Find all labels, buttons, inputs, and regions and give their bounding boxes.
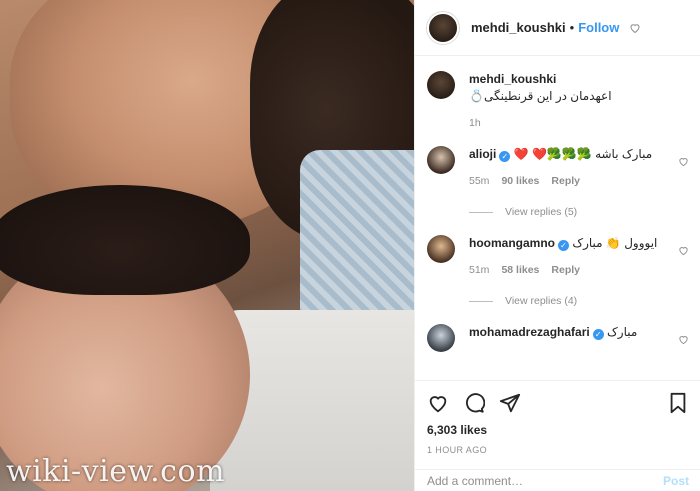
verified-badge-icon: ✓ (499, 151, 511, 162)
view-replies-label: View replies (4) (505, 295, 578, 307)
add-comment-input[interactable] (427, 473, 663, 488)
share-icon[interactable] (499, 392, 521, 414)
view-replies-label: View replies (5) (505, 206, 578, 218)
verified-badge-icon: ✓ (592, 329, 604, 340)
heart-icon[interactable] (678, 334, 689, 345)
verified-badge-icon: ✓ (558, 240, 569, 251)
list-item: mohamadrezaghafari ✓ مبارک (415, 310, 700, 352)
heart-icon[interactable] (678, 245, 689, 256)
comment-time: 51m (469, 264, 490, 276)
view-replies-button[interactable]: View replies (5) (469, 204, 669, 221)
heart-icon[interactable] (427, 392, 449, 414)
comment-text: ایووول 👏 مبارک (572, 236, 658, 250)
likes-count[interactable]: 6,303 likes (427, 423, 689, 437)
separator-dot: • (569, 20, 575, 35)
add-comment-bar: Post (415, 469, 700, 491)
comments-list[interactable]: mehdi_koushki اعهدمان در این قرنطینگی💍 1… (415, 57, 700, 379)
post-header: mehdi_koushki • Follow (415, 0, 700, 56)
caption-username[interactable]: mehdi_koushki (469, 71, 669, 88)
comment-icon[interactable] (463, 392, 485, 414)
avatar[interactable] (427, 11, 459, 44)
comment-likes[interactable]: 58 likes (501, 262, 539, 279)
heart-icon[interactable] (678, 156, 689, 167)
comment-avatar[interactable] (427, 324, 455, 352)
bookmark-icon[interactable] (667, 392, 689, 414)
reply-button[interactable]: Reply (551, 173, 580, 190)
comment-likes[interactable]: 90 likes (501, 173, 539, 190)
comment-avatar[interactable] (427, 235, 455, 263)
follow-button[interactable]: Follow (578, 20, 619, 35)
comment-text: مبارک باشه 🥦🥦🥦❤️ ❤️ (513, 147, 653, 161)
caption-time: 1h (469, 117, 481, 129)
divider (469, 301, 493, 302)
list-item: alioji ✓ مبارک باشه 🥦🥦🥦❤️ ❤️ 55m 90 likes… (415, 132, 700, 221)
post-photo[interactable]: wiki-view.com (0, 0, 414, 491)
photo-hair (0, 185, 250, 295)
heart-icon[interactable] (629, 22, 641, 34)
caption-text: اعهدمان در این قرنطینگی💍 (469, 89, 612, 103)
comment-username[interactable]: alioji (469, 147, 496, 161)
post-actions: 6,303 likes 1 HOUR AGO (415, 380, 700, 455)
post-side-panel: mehdi_koushki • Follow mehdi_koushki اعه… (414, 0, 700, 491)
list-item: hoomangamno ✓ ایووول 👏 مبارک 51m 58 likes… (415, 221, 700, 310)
comment-username[interactable]: hoomangamno (469, 236, 555, 250)
comment-text: مبارک (607, 325, 638, 339)
watermark: wiki-view.com (6, 454, 225, 489)
comment-username[interactable]: mohamadrezaghafari (469, 325, 590, 339)
header-username[interactable]: mehdi_koushki (471, 20, 566, 35)
view-replies-button[interactable]: View replies (4) (469, 293, 669, 310)
caption: mehdi_koushki اعهدمان در این قرنطینگی💍 1… (415, 57, 700, 132)
comment-avatar[interactable] (427, 146, 455, 174)
post-timestamp: 1 HOUR AGO (427, 445, 488, 455)
caption-avatar[interactable] (427, 71, 455, 99)
post-button[interactable]: Post (663, 474, 689, 488)
reply-button[interactable]: Reply (551, 262, 580, 279)
comment-time: 55m (469, 175, 490, 187)
divider (469, 212, 493, 213)
